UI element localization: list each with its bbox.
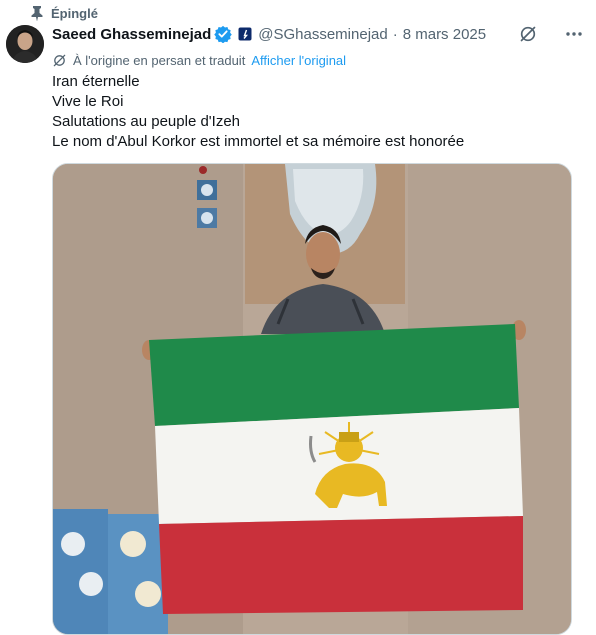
post-date[interactable]: 8 mars 2025 xyxy=(403,26,486,43)
grok-icon[interactable] xyxy=(518,24,538,44)
translation-notice: À l'origine en persan et traduit Affiche… xyxy=(52,51,346,69)
pinned-indicator: Épinglé xyxy=(30,5,98,21)
tweet-header: Saeed Ghasseminejad @SGhasseminejad · 8 … xyxy=(52,23,584,45)
tweet-text: Iran éternelle Vive le Roi Salutations a… xyxy=(52,72,572,152)
show-original-link[interactable]: Afficher l'original xyxy=(251,53,346,68)
pin-icon xyxy=(31,6,43,21)
affiliation-badge-icon[interactable] xyxy=(238,27,252,41)
tweet-photo[interactable] xyxy=(52,163,572,635)
avatar-image xyxy=(6,25,44,63)
display-name[interactable]: Saeed Ghasseminejad xyxy=(52,26,211,43)
handle[interactable]: @SGhasseminejad xyxy=(258,26,387,43)
more-options-icon[interactable] xyxy=(564,24,584,44)
tweet-line: Vive le Roi xyxy=(52,93,124,110)
separator: · xyxy=(392,25,398,43)
tweet-line: Iran éternelle xyxy=(52,73,140,90)
translation-note: À l'origine en persan et traduit xyxy=(73,52,246,68)
translate-icon xyxy=(53,54,66,66)
verified-badge-icon[interactable] xyxy=(214,25,233,43)
tweet-line: Le nom d'Abul Korkor est immortel et sa … xyxy=(52,133,465,150)
pinned-label: Épinglé xyxy=(51,5,98,21)
avatar[interactable] xyxy=(6,25,44,63)
tweet-line: Salutations au peuple d'Izeh xyxy=(52,113,241,130)
photo-image xyxy=(53,164,571,634)
